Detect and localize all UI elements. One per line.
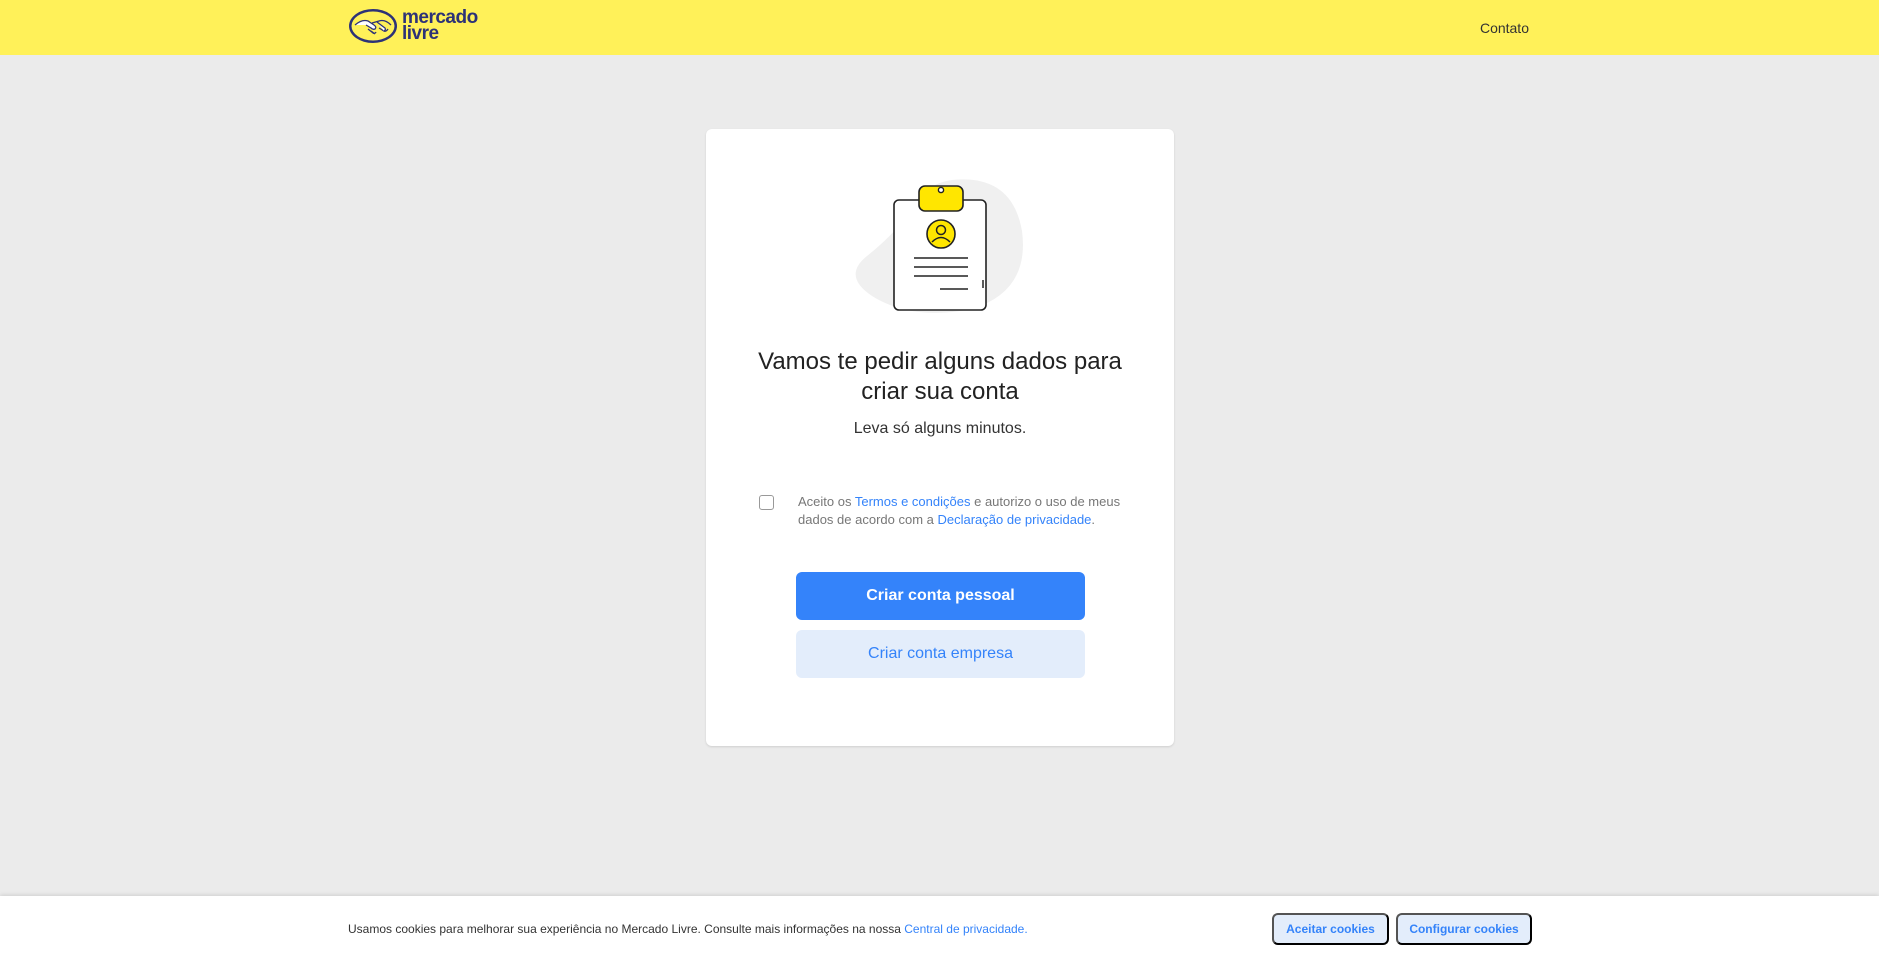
top-header: mercado livre Contato [0,0,1879,55]
handshake-logo-icon [349,9,397,43]
privacy-center-link[interactable]: Central de privacidade. [904,922,1027,936]
page-title: Vamos te pedir alguns dados para criar s… [758,348,1122,405]
logo-line-livre: livre [402,23,439,44]
configure-cookies-button[interactable]: Configurar cookies [1396,913,1532,945]
cookie-text: Usamos cookies para melhorar sua experiê… [348,922,1028,936]
cookie-banner: Usamos cookies para melhorar sua experiê… [0,896,1879,961]
logo-wordmark: mercado livre [402,8,478,44]
terms-link[interactable]: Termos e condições [855,494,971,509]
contact-link[interactable]: Contato [1480,20,1529,36]
create-business-account-button[interactable]: Criar conta empresa [796,630,1085,678]
create-personal-account-button[interactable]: Criar conta pessoal [796,572,1085,620]
terms-checkbox[interactable] [759,495,774,510]
terms-consent: Aceito os Termos e condições e autorizo … [759,493,1129,529]
terms-text: Aceito os Termos e condições e autorizo … [798,493,1129,529]
signup-card: Vamos te pedir alguns dados para criar s… [706,129,1174,746]
accept-cookies-button[interactable]: Aceitar cookies [1272,913,1389,945]
clipboard-profile-illustration [855,179,1023,313]
cookie-message: Usamos cookies para melhorar sua experiê… [348,922,905,936]
terms-prefix: Aceito os [798,494,855,509]
privacy-link[interactable]: Declaração de privacidade [937,512,1091,527]
page-subtitle: Leva só alguns minutos. [853,420,1027,437]
mercado-livre-logo[interactable]: mercado livre [348,8,478,44]
terms-suffix: . [1091,512,1096,527]
